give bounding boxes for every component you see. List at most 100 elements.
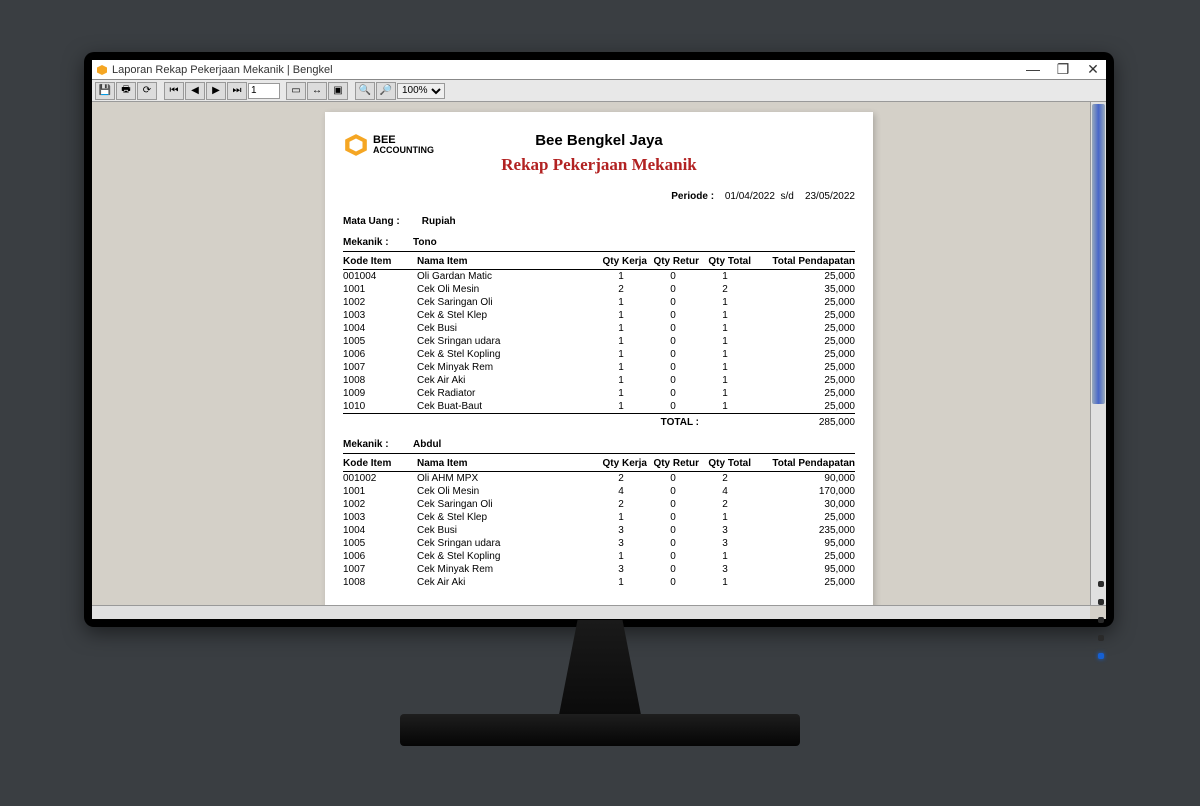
cell-kode: 1006 [343, 550, 417, 563]
cell-tp: 25,000 [751, 374, 855, 387]
cell-tp: 25,000 [751, 309, 855, 322]
cell-qr: 0 [647, 511, 699, 524]
cell-kode: 001002 [343, 472, 417, 486]
cell-qr: 0 [647, 524, 699, 537]
cell-qr: 0 [647, 309, 699, 322]
zoom-out-icon[interactable]: 🔎 [376, 82, 396, 100]
col-qty-kerja: Qty Kerja [595, 456, 647, 472]
col-qty-kerja: Qty Kerja [595, 254, 647, 270]
cell-nama: Cek Oli Mesin [417, 283, 595, 296]
cell-qr: 0 [647, 400, 699, 414]
table-row: 001004 Oli Gardan Matic 1 0 1 25,000 [343, 270, 855, 284]
prev-page-icon[interactable]: ◀ [185, 82, 205, 100]
cell-qk: 1 [595, 387, 647, 400]
cell-qk: 1 [595, 374, 647, 387]
window-titlebar: Laporan Rekap Pekerjaan Mekanik | Bengke… [92, 60, 1106, 80]
periode-from: 01/04/2022 [725, 191, 775, 202]
fit-width-icon[interactable]: ↔ [307, 82, 327, 100]
cell-qt: 3 [699, 537, 751, 550]
last-page-icon[interactable]: ⏭ [227, 82, 247, 100]
cell-qr: 0 [647, 322, 699, 335]
periode-label: Periode : [671, 191, 714, 202]
cell-kode: 1005 [343, 537, 417, 550]
cell-tp: 25,000 [751, 550, 855, 563]
cell-nama: Cek Busi [417, 524, 595, 537]
cell-qt: 1 [699, 322, 751, 335]
cell-qk: 3 [595, 524, 647, 537]
zoom-select[interactable]: 100% [397, 83, 445, 99]
horizontal-scrollbar[interactable] [92, 605, 1090, 619]
report-header: BEE ACCOUNTING Bee Bengkel Jaya Rekap Pe… [343, 132, 855, 175]
minimize-button[interactable]: — [1024, 61, 1042, 78]
cell-qk: 1 [595, 270, 647, 284]
table-row: 1006 Cek & Stel Kopling 1 0 1 25,000 [343, 348, 855, 361]
zoom-in-icon[interactable]: 🔍 [355, 82, 375, 100]
table-row: 001002 Oli AHM MPX 2 0 2 90,000 [343, 472, 855, 486]
cell-tp: 25,000 [751, 576, 855, 589]
col-kode: Kode Item [343, 254, 417, 270]
power-led [1098, 653, 1104, 659]
maximize-button[interactable]: ❐ [1054, 61, 1072, 78]
cell-qt: 2 [699, 283, 751, 296]
cell-qr: 0 [647, 387, 699, 400]
cell-nama: Cek Radiator [417, 387, 595, 400]
actual-size-icon[interactable]: ▣ [328, 82, 348, 100]
cell-qr: 0 [647, 348, 699, 361]
currency-value: Rupiah [422, 216, 498, 227]
total-row: TOTAL : 285,000 [343, 414, 855, 430]
col-qty-retur: Qty Retur [647, 456, 699, 472]
table-row: 1003 Cek & Stel Klep 1 0 1 25,000 [343, 309, 855, 322]
cell-qr: 0 [647, 283, 699, 296]
cell-nama: Cek Saringan Oli [417, 296, 595, 309]
next-page-icon[interactable]: ▶ [206, 82, 226, 100]
cell-kode: 1001 [343, 283, 417, 296]
cell-qr: 0 [647, 537, 699, 550]
fit-page-icon[interactable]: ▭ [286, 82, 306, 100]
cell-qk: 1 [595, 335, 647, 348]
table-row: 1009 Cek Radiator 1 0 1 25,000 [343, 387, 855, 400]
cell-tp: 235,000 [751, 524, 855, 537]
cell-kode: 1004 [343, 524, 417, 537]
cell-qt: 1 [699, 335, 751, 348]
col-qty-total: Qty Total [699, 456, 751, 472]
report-page: BEE ACCOUNTING Bee Bengkel Jaya Rekap Pe… [325, 112, 873, 605]
cell-qt: 1 [699, 387, 751, 400]
save-icon[interactable]: 💾 [95, 82, 115, 100]
refresh-icon[interactable]: ⟳ [137, 82, 157, 100]
cell-qt: 1 [699, 400, 751, 414]
cell-qr: 0 [647, 296, 699, 309]
cell-qt: 4 [699, 485, 751, 498]
cell-qr: 0 [647, 550, 699, 563]
first-page-icon[interactable]: ⏮ [164, 82, 184, 100]
cell-nama: Cek Air Aki [417, 374, 595, 387]
close-button[interactable]: ✕ [1084, 61, 1102, 78]
cell-nama: Cek & Stel Klep [417, 309, 595, 322]
page-number-input[interactable] [248, 83, 280, 99]
cell-qr: 0 [647, 485, 699, 498]
col-pendapatan: Total Pendapatan [751, 456, 855, 472]
application-window: Laporan Rekap Pekerjaan Mekanik | Bengke… [92, 60, 1106, 619]
cell-nama: Cek Minyak Rem [417, 563, 595, 576]
cell-qr: 0 [647, 335, 699, 348]
cell-qt: 1 [699, 348, 751, 361]
cell-kode: 1001 [343, 485, 417, 498]
report-viewport[interactable]: BEE ACCOUNTING Bee Bengkel Jaya Rekap Pe… [92, 102, 1106, 605]
cell-qt: 2 [699, 472, 751, 486]
cell-qk: 1 [595, 361, 647, 374]
cell-tp: 30,000 [751, 498, 855, 511]
table-row: 1010 Cek Buat-Baut 1 0 1 25,000 [343, 400, 855, 414]
cell-kode: 1004 [343, 322, 417, 335]
col-qty-total: Qty Total [699, 254, 751, 270]
print-icon[interactable]: 🖶 [116, 82, 136, 100]
cell-qk: 1 [595, 550, 647, 563]
cell-qk: 4 [595, 485, 647, 498]
cell-tp: 25,000 [751, 296, 855, 309]
cell-qk: 1 [595, 309, 647, 322]
table-row: 1001 Cek Oli Mesin 2 0 2 35,000 [343, 283, 855, 296]
currency-label: Mata Uang : [343, 216, 419, 227]
report-toolbar: 💾 🖶 ⟳ ⏮ ◀ ▶ ⏭ ▭ ↔ ▣ 🔍 🔎 100% [92, 80, 1106, 102]
cell-qk: 1 [595, 400, 647, 414]
mekanik-label: Mekanik :Abdul [343, 439, 855, 454]
cell-qr: 0 [647, 361, 699, 374]
mekanik-label: Mekanik :Tono [343, 237, 855, 252]
